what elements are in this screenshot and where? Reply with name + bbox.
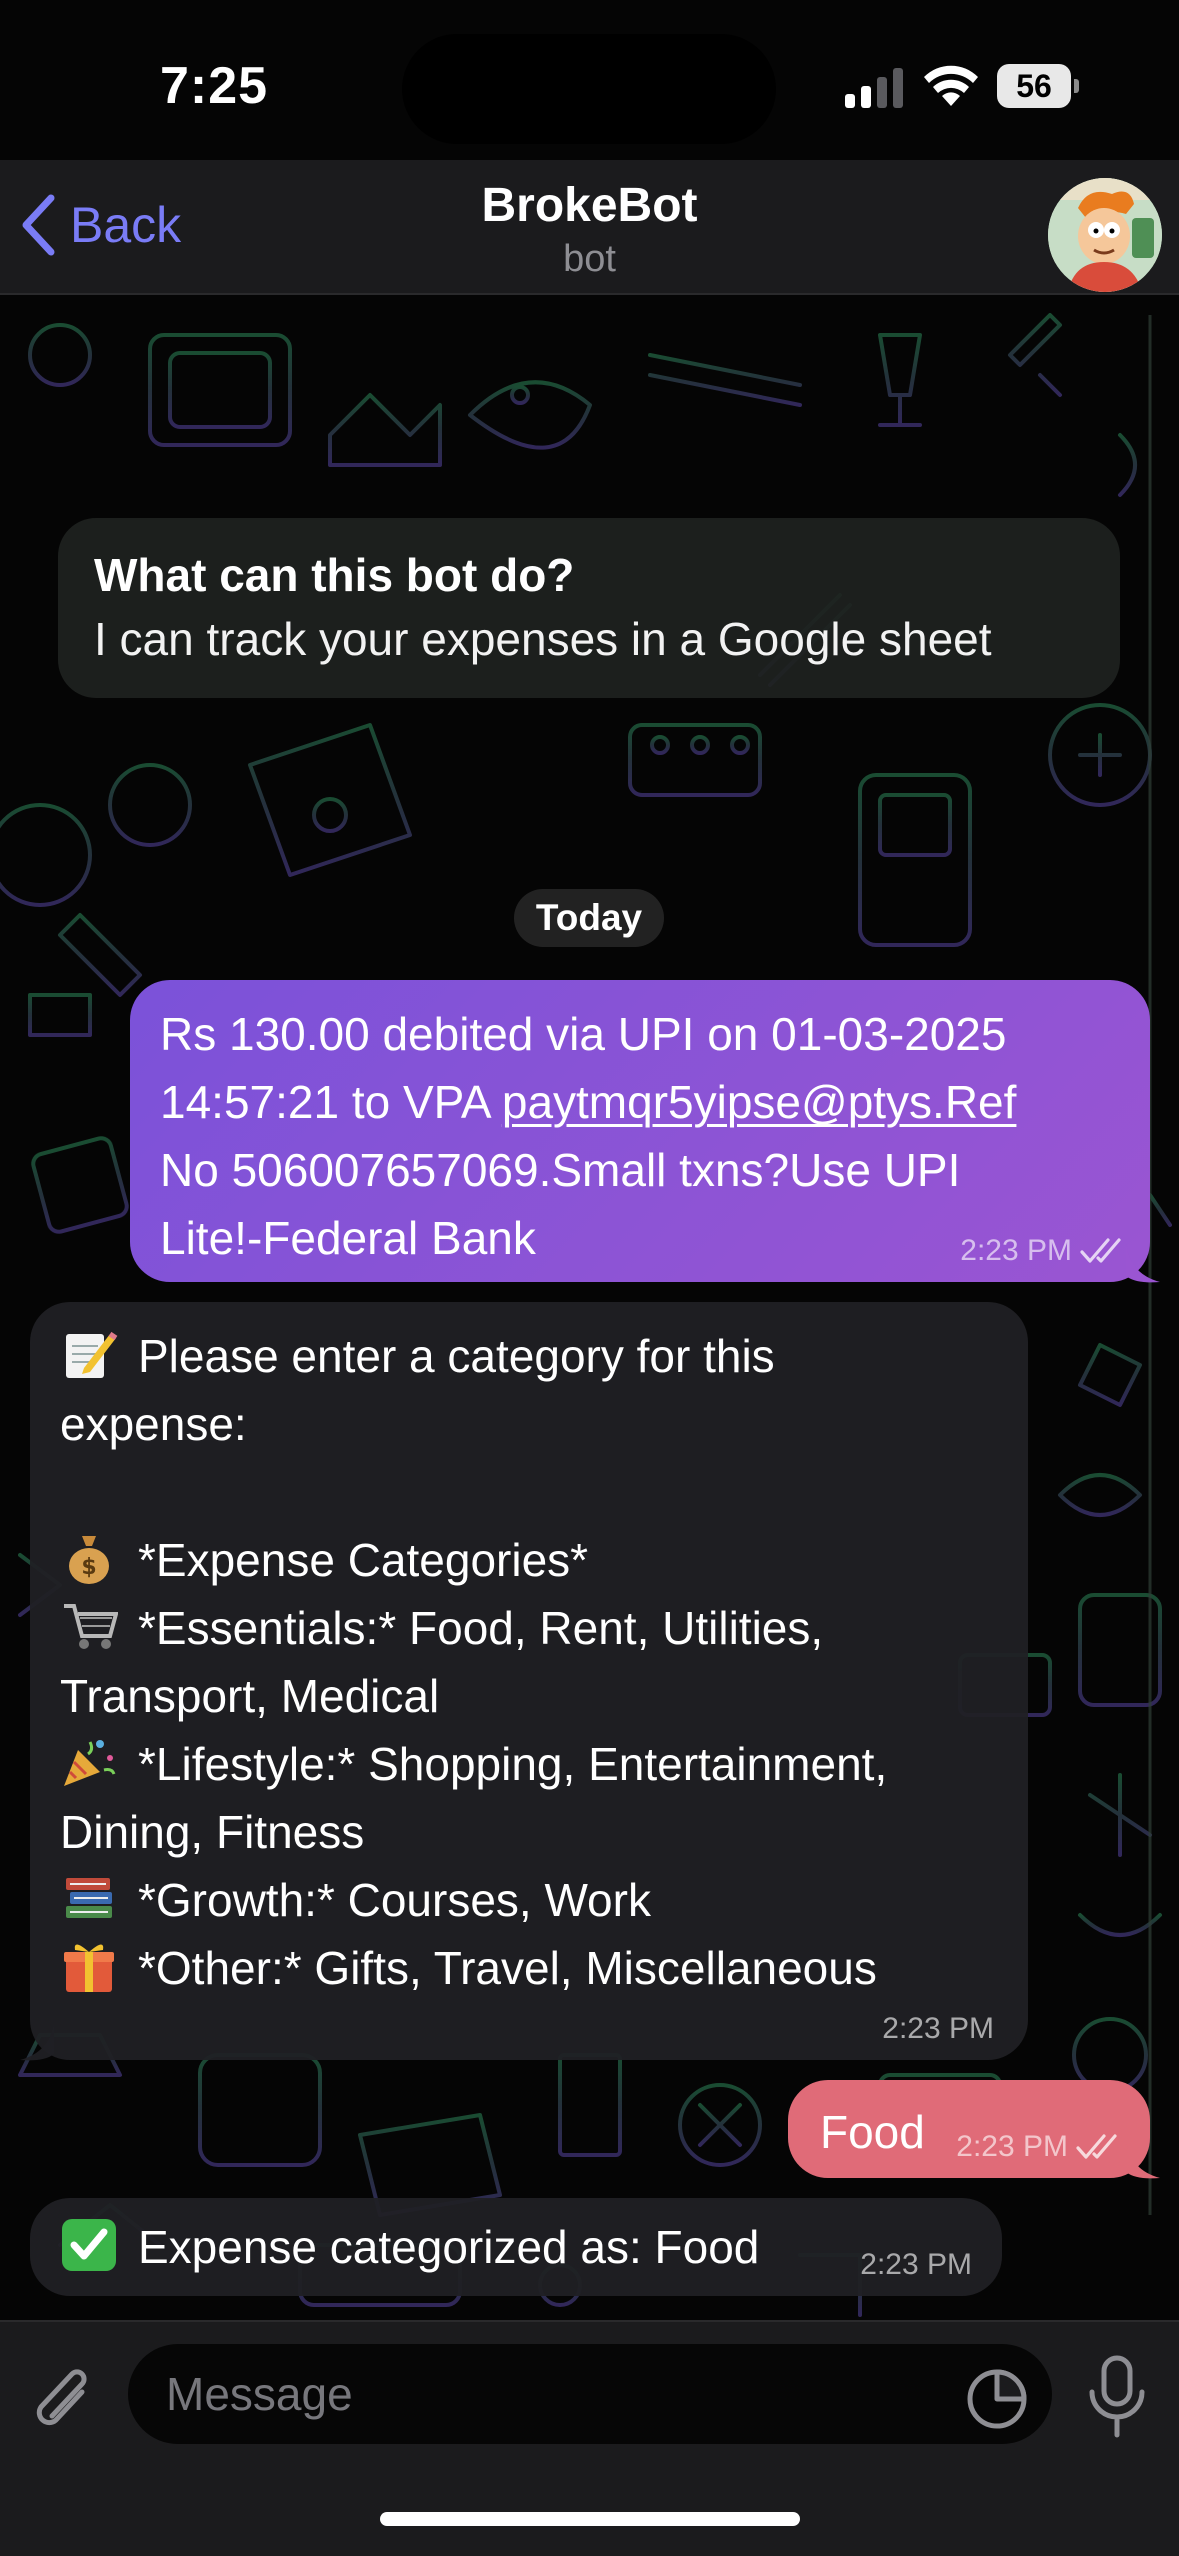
status-time: 7:25 xyxy=(160,57,269,115)
categories-heading: *Expense Categories* xyxy=(138,1534,589,1586)
message-text-suffix: No 506007657069.Small txns?Use UPI Lite!… xyxy=(160,1144,961,1264)
bot-info-card: What can this bot do? I can track your e… xyxy=(58,518,1120,698)
message-time: 2:23 PM xyxy=(956,2130,1068,2163)
battery-icon: 56 xyxy=(997,64,1079,108)
message-time: 2:23 PM xyxy=(860,2248,972,2281)
paperclip-icon[interactable] xyxy=(30,2362,100,2442)
message-meta: 2:23 PM xyxy=(960,1234,1126,1268)
bot-info-title: What can this bot do? xyxy=(94,549,575,601)
bubble-tail xyxy=(1126,2140,1160,2179)
lifestyle-line: *Lifestyle:* Shopping, Entertainment, Di… xyxy=(60,1738,888,1858)
category-intro: Please enter a category for this expense… xyxy=(60,1330,775,1450)
battery-level: 56 xyxy=(997,64,1071,108)
double-check-icon xyxy=(1076,2134,1117,2159)
confirmation-text: Expense categorized as: Food xyxy=(138,2221,760,2273)
date-separator: Today xyxy=(514,889,664,947)
message-time: 2:23 PM xyxy=(960,1234,1072,1267)
bot-avatar[interactable] xyxy=(1048,178,1162,292)
money-bag-icon: $ xyxy=(60,1530,118,1586)
gift-icon xyxy=(60,1938,118,1994)
chat-title[interactable]: BrokeBot xyxy=(0,178,1179,233)
message-meta: 2:23 PM xyxy=(956,2130,1122,2164)
other-line: *Other:* Gifts, Travel, Miscellaneous xyxy=(138,1942,877,1994)
double-check-icon xyxy=(1080,1238,1121,1263)
chat-header: Back BrokeBot bot xyxy=(0,160,1179,295)
shopping-cart-icon xyxy=(60,1598,119,1654)
svg-text:$: $ xyxy=(81,1555,96,1580)
message-text: Rs 130.00 debited via UPI on 01-03-2025 … xyxy=(160,1000,1122,1272)
vpa-link[interactable]: paytmqr5yipse@ptys.Ref xyxy=(502,1076,1017,1128)
category-prompt-text: Please enter a category for this expense… xyxy=(60,1322,1000,2002)
bubble-tail xyxy=(20,2022,54,2061)
essentials-line: *Essentials:* Food, Rent, Utilities, Tra… xyxy=(60,1602,824,1722)
signal-icon xyxy=(845,68,903,108)
growth-line: *Growth:* Courses, Work xyxy=(138,1874,651,1926)
bot-info-description: I can track your expenses in a Google sh… xyxy=(94,613,992,665)
outgoing-message-bubble[interactable]: Rs 130.00 debited via UPI on 01-03-2025 … xyxy=(130,980,1150,1282)
outgoing-message-bubble[interactable]: Food 2:23 PM xyxy=(788,2080,1150,2178)
check-mark-icon xyxy=(60,2217,118,2273)
status-bar: 7:25 56 xyxy=(0,0,1179,160)
message-input[interactable] xyxy=(128,2344,1052,2444)
message-meta: 2:23 PM xyxy=(860,2248,972,2282)
microphone-icon[interactable] xyxy=(1082,2354,1152,2440)
message-meta: 2:23 PM xyxy=(882,2012,994,2046)
chat-subtitle: bot xyxy=(563,238,616,280)
dynamic-island xyxy=(402,34,776,144)
books-icon xyxy=(60,1870,118,1926)
incoming-message-bubble[interactable]: Expense categorized as: Food 2:23 PM xyxy=(30,2198,1002,2296)
message-time: 2:23 PM xyxy=(882,2012,994,2045)
home-indicator xyxy=(380,2512,800,2526)
wifi-icon xyxy=(924,65,978,106)
sticker-icon[interactable] xyxy=(964,2366,1030,2432)
bubble-tail xyxy=(1126,1244,1160,1283)
party-popper-icon xyxy=(60,1734,118,1790)
battery-tip xyxy=(1074,79,1079,93)
incoming-message-bubble[interactable]: Please enter a category for this expense… xyxy=(30,1302,1028,2060)
screen: 7:25 56 Back BrokeBot bot What can this … xyxy=(0,0,1179,2556)
memo-icon xyxy=(60,1326,118,1382)
